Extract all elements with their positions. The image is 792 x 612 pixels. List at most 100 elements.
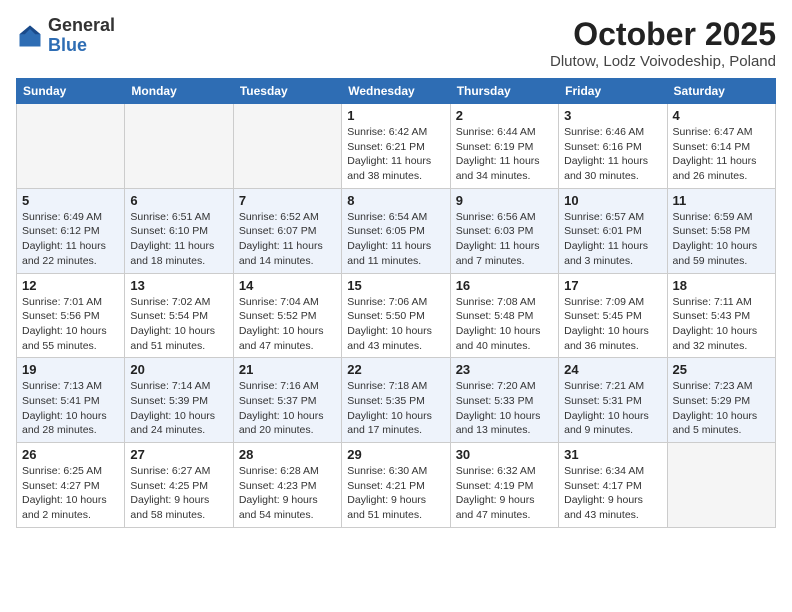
logo-icon <box>16 22 44 50</box>
day-number: 2 <box>456 108 553 123</box>
calendar-cell: 1 Sunrise: 6:42 AM Sunset: 6:21 PM Daylig… <box>342 104 450 189</box>
day-info: Sunrise: 6:49 AM Sunset: 6:12 PM Dayligh… <box>22 210 119 269</box>
day-info: Sunrise: 7:06 AM Sunset: 5:50 PM Dayligh… <box>347 295 444 354</box>
day-info: Sunrise: 6:42 AM Sunset: 6:21 PM Dayligh… <box>347 125 444 184</box>
day-info: Sunrise: 7:08 AM Sunset: 5:48 PM Dayligh… <box>456 295 553 354</box>
day-header-saturday: Saturday <box>667 79 775 104</box>
calendar-week-row: 1 Sunrise: 6:42 AM Sunset: 6:21 PM Daylig… <box>17 104 776 189</box>
day-info: Sunrise: 7:04 AM Sunset: 5:52 PM Dayligh… <box>239 295 336 354</box>
day-number: 21 <box>239 362 336 377</box>
logo-text: General Blue <box>48 16 115 56</box>
day-number: 25 <box>673 362 770 377</box>
calendar-cell: 5 Sunrise: 6:49 AM Sunset: 6:12 PM Daylig… <box>17 188 125 273</box>
calendar-cell: 19 Sunrise: 7:13 AM Sunset: 5:41 PM Dayli… <box>17 358 125 443</box>
title-block: October 2025 Dlutow, Lodz Voivodeship, P… <box>550 16 776 70</box>
calendar-cell: 20 Sunrise: 7:14 AM Sunset: 5:39 PM Dayli… <box>125 358 233 443</box>
calendar-cell: 23 Sunrise: 7:20 AM Sunset: 5:33 PM Dayli… <box>450 358 558 443</box>
calendar-cell: 7 Sunrise: 6:52 AM Sunset: 6:07 PM Daylig… <box>233 188 341 273</box>
day-number: 22 <box>347 362 444 377</box>
day-number: 15 <box>347 278 444 293</box>
day-number: 27 <box>130 447 227 462</box>
calendar-cell: 8Sunrise: 6:54 AM Sunset: 6:05 PM Daylig… <box>342 188 450 273</box>
day-info: Sunrise: 6:30 AM Sunset: 4:21 PM Dayligh… <box>347 464 444 523</box>
calendar-cell: 6Sunrise: 6:51 AM Sunset: 6:10 PM Daylig… <box>125 188 233 273</box>
day-number: 5 <box>22 193 119 208</box>
day-number: 29 <box>347 447 444 462</box>
day-info: Sunrise: 7:01 AM Sunset: 5:56 PM Dayligh… <box>22 295 119 354</box>
logo: General Blue <box>16 16 115 56</box>
calendar-cell <box>667 443 775 528</box>
day-number: 28 <box>239 447 336 462</box>
day-info: Sunrise: 7:20 AM Sunset: 5:33 PM Dayligh… <box>456 379 553 438</box>
location-text: Dlutow, Lodz Voivodeship, Poland <box>550 53 776 70</box>
calendar-cell: 21 Sunrise: 7:16 AM Sunset: 5:37 PM Dayli… <box>233 358 341 443</box>
calendar-cell: 4 Sunrise: 6:47 AM Sunset: 6:14 PM Daylig… <box>667 104 775 189</box>
calendar-cell: 3Sunrise: 6:46 AM Sunset: 6:16 PM Daylig… <box>559 104 667 189</box>
calendar-cell: 14 Sunrise: 7:04 AM Sunset: 5:52 PM Dayli… <box>233 273 341 358</box>
day-header-monday: Monday <box>125 79 233 104</box>
day-info: Sunrise: 6:52 AM Sunset: 6:07 PM Dayligh… <box>239 210 336 269</box>
day-number: 10 <box>564 193 661 208</box>
calendar-cell: 31 Sunrise: 6:34 AM Sunset: 4:17 PM Dayli… <box>559 443 667 528</box>
day-number: 20 <box>130 362 227 377</box>
day-header-friday: Friday <box>559 79 667 104</box>
calendar-cell: 27Sunrise: 6:27 AM Sunset: 4:25 PM Dayli… <box>125 443 233 528</box>
day-info: Sunrise: 7:14 AM Sunset: 5:39 PM Dayligh… <box>130 379 227 438</box>
calendar-cell: 17 Sunrise: 7:09 AM Sunset: 5:45 PM Dayli… <box>559 273 667 358</box>
calendar-cell: 29 Sunrise: 6:30 AM Sunset: 4:21 PM Dayli… <box>342 443 450 528</box>
day-number: 12 <box>22 278 119 293</box>
day-number: 14 <box>239 278 336 293</box>
day-number: 7 <box>239 193 336 208</box>
day-info: Sunrise: 7:16 AM Sunset: 5:37 PM Dayligh… <box>239 379 336 438</box>
calendar-table: SundayMondayTuesdayWednesdayThursdayFrid… <box>16 78 776 528</box>
day-number: 1 <box>347 108 444 123</box>
calendar-cell: 10Sunrise: 6:57 AM Sunset: 6:01 PM Dayli… <box>559 188 667 273</box>
day-number: 31 <box>564 447 661 462</box>
day-number: 13 <box>130 278 227 293</box>
day-number: 11 <box>673 193 770 208</box>
logo-blue-text: Blue <box>48 35 87 55</box>
day-number: 9 <box>456 193 553 208</box>
day-info: Sunrise: 6:56 AM Sunset: 6:03 PM Dayligh… <box>456 210 553 269</box>
logo-general-text: General <box>48 15 115 35</box>
day-info: Sunrise: 7:13 AM Sunset: 5:41 PM Dayligh… <box>22 379 119 438</box>
calendar-cell <box>125 104 233 189</box>
calendar-week-row: 19 Sunrise: 7:13 AM Sunset: 5:41 PM Dayli… <box>17 358 776 443</box>
day-info: Sunrise: 7:18 AM Sunset: 5:35 PM Dayligh… <box>347 379 444 438</box>
day-number: 19 <box>22 362 119 377</box>
calendar-cell: 28Sunrise: 6:28 AM Sunset: 4:23 PM Dayli… <box>233 443 341 528</box>
day-number: 18 <box>673 278 770 293</box>
day-info: Sunrise: 6:32 AM Sunset: 4:19 PM Dayligh… <box>456 464 553 523</box>
calendar-week-row: 26Sunrise: 6:25 AM Sunset: 4:27 PM Dayli… <box>17 443 776 528</box>
day-number: 17 <box>564 278 661 293</box>
calendar-cell: 13Sunrise: 7:02 AM Sunset: 5:54 PM Dayli… <box>125 273 233 358</box>
day-number: 26 <box>22 447 119 462</box>
day-info: Sunrise: 6:47 AM Sunset: 6:14 PM Dayligh… <box>673 125 770 184</box>
day-header-wednesday: Wednesday <box>342 79 450 104</box>
day-info: Sunrise: 6:34 AM Sunset: 4:17 PM Dayligh… <box>564 464 661 523</box>
calendar-cell: 22 Sunrise: 7:18 AM Sunset: 5:35 PM Dayli… <box>342 358 450 443</box>
day-number: 30 <box>456 447 553 462</box>
day-info: Sunrise: 6:59 AM Sunset: 5:58 PM Dayligh… <box>673 210 770 269</box>
day-number: 24 <box>564 362 661 377</box>
calendar-cell: 12 Sunrise: 7:01 AM Sunset: 5:56 PM Dayli… <box>17 273 125 358</box>
day-header-thursday: Thursday <box>450 79 558 104</box>
calendar-cell: 9 Sunrise: 6:56 AM Sunset: 6:03 PM Daylig… <box>450 188 558 273</box>
page-header: General Blue October 2025 Dlutow, Lodz V… <box>16 16 776 70</box>
calendar-cell <box>233 104 341 189</box>
calendar-cell: 24 Sunrise: 7:21 AM Sunset: 5:31 PM Dayli… <box>559 358 667 443</box>
day-number: 23 <box>456 362 553 377</box>
day-headers-row: SundayMondayTuesdayWednesdayThursdayFrid… <box>17 79 776 104</box>
calendar-cell <box>17 104 125 189</box>
calendar-week-row: 12 Sunrise: 7:01 AM Sunset: 5:56 PM Dayli… <box>17 273 776 358</box>
day-header-tuesday: Tuesday <box>233 79 341 104</box>
calendar-week-row: 5 Sunrise: 6:49 AM Sunset: 6:12 PM Daylig… <box>17 188 776 273</box>
day-info: Sunrise: 7:21 AM Sunset: 5:31 PM Dayligh… <box>564 379 661 438</box>
day-number: 4 <box>673 108 770 123</box>
calendar-cell: 25 Sunrise: 7:23 AM Sunset: 5:29 PM Dayli… <box>667 358 775 443</box>
calendar-cell: 30 Sunrise: 6:32 AM Sunset: 4:19 PM Dayli… <box>450 443 558 528</box>
day-number: 8 <box>347 193 444 208</box>
day-info: Sunrise: 7:23 AM Sunset: 5:29 PM Dayligh… <box>673 379 770 438</box>
day-info: Sunrise: 6:51 AM Sunset: 6:10 PM Dayligh… <box>130 210 227 269</box>
day-info: Sunrise: 7:09 AM Sunset: 5:45 PM Dayligh… <box>564 295 661 354</box>
